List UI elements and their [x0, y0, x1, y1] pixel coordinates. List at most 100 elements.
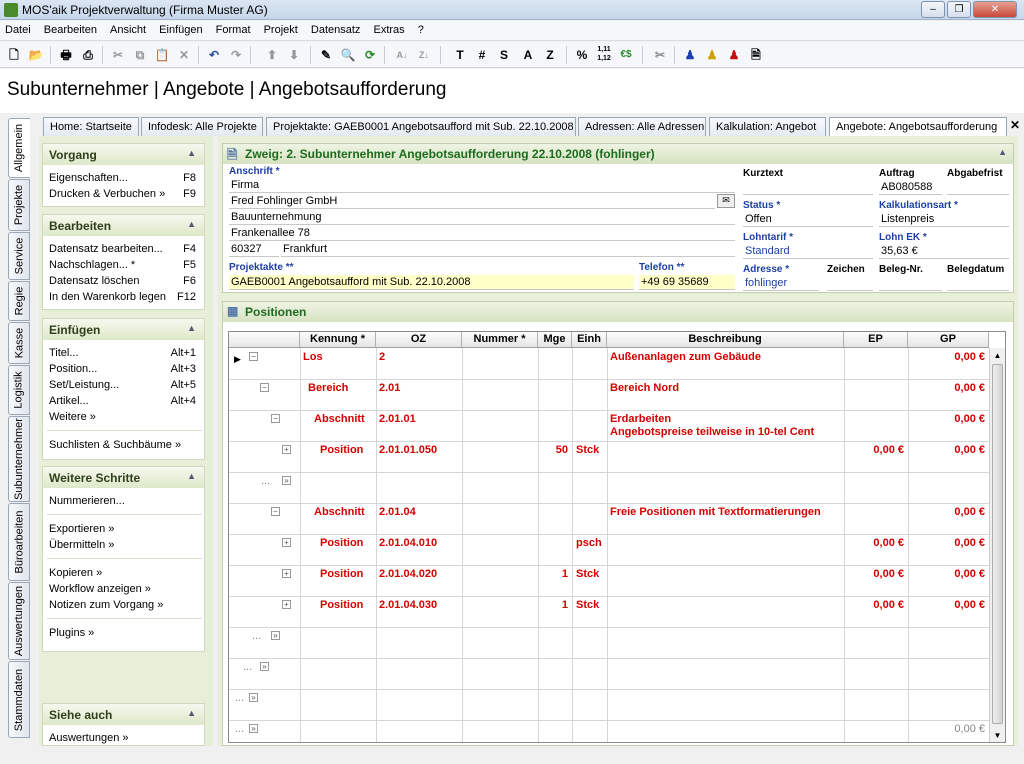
menu-extras[interactable]: Extras [368, 21, 409, 36]
move-down-icon[interactable]: ⬇ [284, 45, 304, 65]
link-notizen[interactable]: Notizen zum Vorgang » [49, 599, 163, 611]
cell-gp[interactable]: 0,00 € [908, 537, 985, 549]
cell-mge[interactable]: 1 [538, 568, 568, 580]
cell-gp[interactable]: 0,00 € [908, 723, 985, 735]
address-line-4[interactable]: Frankenallee 78 [229, 226, 735, 241]
link-kopieren[interactable]: Kopieren » [49, 567, 102, 579]
tree-expander[interactable]: + [282, 538, 291, 547]
lohntarif-field[interactable]: Standard [743, 244, 873, 259]
tab-adressen[interactable]: Adressen: Alle Adressen [578, 117, 706, 136]
cell-oz[interactable]: 2.01.04.020 [379, 568, 461, 580]
projektakte-field[interactable]: GAEB0001 Angebotsaufford mit Sub. 22.10.… [229, 275, 634, 290]
cell-mge[interactable]: 1 [538, 599, 568, 611]
link-nachschlagen[interactable]: Nachschlagen... * [49, 259, 135, 271]
cell-kennung[interactable]: ... [243, 661, 307, 673]
status-field[interactable]: Offen [743, 212, 873, 227]
move-up-icon[interactable]: ⬆ [262, 45, 282, 65]
vtab-logistik[interactable]: Logistik [8, 365, 30, 415]
menu-help[interactable]: ? [413, 21, 429, 36]
panel-vorgang-header[interactable]: Vorgang ▲ [43, 144, 204, 165]
vtab-service[interactable]: Service [8, 232, 30, 280]
vtab-regie[interactable]: Regie [8, 281, 30, 321]
positions-grid[interactable]: Kennung * OZ Nummer * Mge Einh Beschreib… [228, 331, 1006, 743]
cell-beschreibung[interactable]: Bereich Nord [610, 382, 842, 394]
link-suchlisten[interactable]: Suchlisten & Suchbäume » [49, 439, 181, 451]
cell-ep[interactable]: 0,00 € [844, 444, 904, 456]
belegdatum-field[interactable] [947, 276, 1009, 291]
new-icon[interactable]: 🗋 [4, 45, 24, 65]
positions-header[interactable]: ▦ Positionen [223, 302, 1013, 322]
format-t-button[interactable]: T [450, 45, 470, 65]
cell-oz[interactable]: 2.01.01.050 [379, 444, 461, 456]
auftrag-field[interactable]: AB080588 [879, 180, 942, 195]
cell-oz[interactable]: 2.01 [379, 382, 461, 394]
cell-kennung[interactable]: ... [235, 723, 304, 735]
cell-kennung[interactable]: Los [303, 351, 372, 363]
link-warenkorb[interactable]: In den Warenkorb legen [49, 291, 166, 303]
cell-kennung[interactable]: Abschnitt [314, 413, 372, 425]
cell-ep[interactable]: 0,00 € [844, 537, 904, 549]
menu-datensatz[interactable]: Datensatz [306, 21, 366, 36]
link-nummerieren[interactable]: Nummerieren... [49, 495, 125, 507]
cell-einh[interactable]: Stck [576, 599, 606, 611]
cell-kennung[interactable]: Position [320, 537, 372, 549]
cell-oz[interactable]: 2.01.01 [379, 413, 461, 425]
format-z-button[interactable]: Z [540, 45, 560, 65]
plz-field[interactable]: 60327 [229, 242, 279, 257]
vtab-stammdaten[interactable]: Stammdaten [8, 661, 30, 738]
document-search-icon[interactable]: 🗎 [746, 45, 766, 65]
print-icon[interactable]: 🖶 [56, 45, 76, 65]
panel-siehe-header[interactable]: Siehe auch ▲ [43, 704, 204, 725]
tree-expander[interactable]: − [271, 507, 280, 516]
format-hash-button[interactable]: # [472, 45, 492, 65]
tab-infodesk[interactable]: Infodesk: Alle Projekte [141, 117, 263, 136]
address-line-1[interactable]: Firma [229, 178, 735, 193]
panel-bearbeiten-header[interactable]: Bearbeiten ▲ [43, 215, 204, 236]
vtab-kasse[interactable]: Kasse [8, 322, 30, 364]
cell-gp[interactable]: 0,00 € [908, 444, 985, 456]
col-gp[interactable]: GP [908, 332, 989, 348]
tree-expander[interactable]: + [282, 569, 291, 578]
panel-weitere-header[interactable]: Weitere Schritte ▲ [43, 467, 204, 488]
user-blue-icon[interactable]: ♟ [680, 45, 700, 65]
col-nummer[interactable]: Nummer * [462, 332, 538, 348]
tools-icon[interactable]: ✂ [650, 45, 670, 65]
abgabefrist-field[interactable] [947, 180, 1009, 195]
kurztext-field[interactable] [743, 180, 873, 195]
col-mge[interactable]: Mge [538, 332, 572, 348]
close-window-button[interactable]: ✕ [973, 1, 1017, 18]
menu-ansicht[interactable]: Ansicht [105, 21, 151, 36]
cell-gp[interactable]: 0,00 € [908, 506, 985, 518]
currency-button[interactable]: €$ [616, 45, 636, 65]
cell-kennung[interactable]: Position [320, 444, 372, 456]
link-exportieren[interactable]: Exportieren » [49, 523, 114, 535]
kalkulationsart-field[interactable]: Listenpreis [879, 212, 1009, 227]
cut-icon[interactable]: ✂ [108, 45, 128, 65]
belegnr-field[interactable] [879, 276, 942, 291]
vtab-bueroarbeiten[interactable]: Büroarbeiten [8, 503, 30, 581]
link-titel[interactable]: Titel... [49, 347, 79, 359]
close-tab-icon[interactable]: ✕ [1010, 118, 1020, 132]
copy-icon[interactable]: ⧉ [130, 45, 150, 65]
vtab-auswertungen[interactable]: Auswertungen [8, 582, 30, 660]
cell-oz[interactable]: 2 [379, 351, 461, 363]
adresse-field[interactable]: fohlinger [743, 276, 819, 291]
col-kennung[interactable]: Kennung * [300, 332, 376, 348]
edit-icon[interactable]: ✎ [316, 45, 336, 65]
menu-datei[interactable]: Datei [0, 21, 36, 36]
lohnek-field[interactable]: 35,63 € [879, 244, 1009, 259]
ort-field[interactable]: Frankfurt [281, 242, 735, 257]
cell-gp[interactable]: 0,00 € [908, 568, 985, 580]
cell-mge[interactable]: 50 [538, 444, 568, 456]
undo-icon[interactable]: ↶ [204, 45, 224, 65]
menu-einfuegen[interactable]: Einfügen [154, 21, 207, 36]
link-workflow[interactable]: Workflow anzeigen » [49, 583, 151, 595]
menu-bearbeiten[interactable]: Bearbeiten [39, 21, 102, 36]
cell-gp[interactable]: 0,00 € [908, 413, 985, 425]
cell-einh[interactable]: Stck [576, 568, 606, 580]
tab-projektakte[interactable]: Projektakte: GAEB0001 Angebotsaufford mi… [266, 117, 576, 136]
tree-expander[interactable]: + [282, 445, 291, 454]
cell-gp[interactable]: 0,00 € [908, 351, 985, 363]
tree-expander[interactable]: − [260, 383, 269, 392]
cell-kennung[interactable]: Position [320, 568, 372, 580]
